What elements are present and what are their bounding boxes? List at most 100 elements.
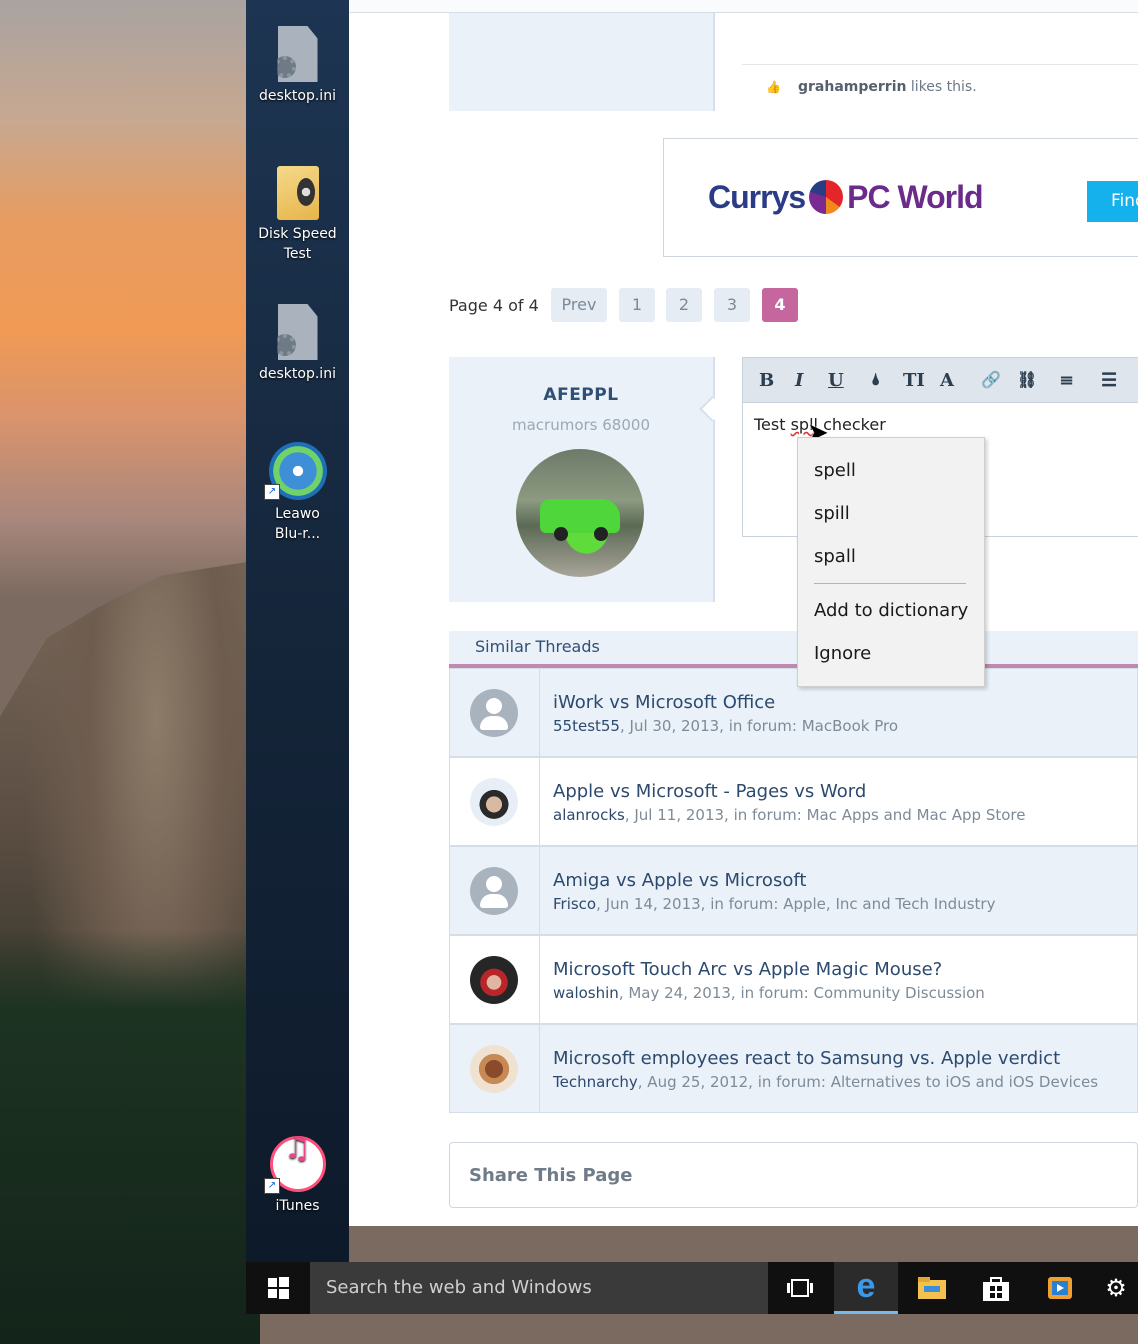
divider bbox=[742, 64, 1138, 65]
suggestion-spill[interactable]: spill bbox=[814, 503, 850, 524]
likes-summary: 👍 grahamperrin likes this. bbox=[766, 79, 977, 95]
thread-author-link[interactable]: alanrocks bbox=[553, 806, 625, 824]
task-view-icon[interactable] bbox=[768, 1262, 832, 1314]
thread-author-link[interactable]: Technarchy bbox=[553, 1073, 638, 1091]
desktop-icon-label: Disk Speed Test bbox=[258, 226, 337, 262]
thread-title-link[interactable]: Microsoft employees react to Samsung vs.… bbox=[553, 1048, 1060, 1069]
folder-icon bbox=[276, 166, 319, 220]
file-explorer-icon[interactable] bbox=[900, 1262, 964, 1314]
thumbs-up-icon: 👍 bbox=[766, 80, 781, 94]
reply-author-panel: AFEPPL macrumors 68000 bbox=[449, 357, 715, 602]
author-rank: macrumors 68000 bbox=[512, 416, 650, 434]
pagination-page-4-current[interactable]: 4 bbox=[762, 288, 798, 322]
thread-meta: 55test55, Jul 30, 2013, in forum: MacBoo… bbox=[553, 717, 899, 735]
link-icon[interactable]: 🔗 bbox=[981, 370, 1001, 389]
unlink-icon[interactable]: ⛓ bbox=[1017, 370, 1037, 389]
brand-ball-icon bbox=[809, 180, 844, 214]
likes-text: likes this. bbox=[906, 79, 977, 95]
suggestion-spell[interactable]: spell bbox=[814, 460, 856, 481]
search-placeholder: Search the web and Windows bbox=[326, 1277, 592, 1298]
bold-button[interactable]: B bbox=[759, 370, 774, 391]
editor-text-before: Test bbox=[754, 415, 791, 434]
ignore-item[interactable]: Ignore bbox=[814, 643, 871, 664]
desktop-icon-desktop-ini-1[interactable]: desktop.ini bbox=[246, 26, 349, 106]
windows-taskbar: Search the web and Windows e ⚙ bbox=[246, 1262, 1138, 1314]
desktop-icon-desktop-ini-2[interactable]: desktop.ini bbox=[246, 304, 349, 384]
file-settings-icon bbox=[277, 26, 318, 82]
text-color-icon[interactable]: 🌢 bbox=[871, 370, 881, 390]
editor-toolbar: B I U 🌢 TI A 🔗 ⛓ ≡ ☰ bbox=[743, 358, 1138, 403]
similar-threads-header: Similar Threads bbox=[449, 631, 1138, 668]
start-button[interactable] bbox=[246, 1262, 310, 1314]
media-player-icon[interactable] bbox=[1028, 1262, 1092, 1314]
file-settings-icon bbox=[277, 304, 318, 360]
pagination-page-2[interactable]: 2 bbox=[666, 288, 702, 322]
desktop-area: desktop.ini Disk Speed Test desktop.ini … bbox=[246, 0, 349, 1262]
previous-post-author-panel bbox=[449, 13, 715, 111]
font-size-icon[interactable]: TI bbox=[903, 370, 925, 391]
desktop-icon-leawo[interactable]: ↗ Leawo Blu-r... bbox=[246, 442, 349, 544]
likes-user-link[interactable]: grahamperrin bbox=[798, 79, 906, 95]
add-to-dictionary-item[interactable]: Add to dictionary bbox=[814, 600, 968, 621]
thread-row[interactable]: Microsoft employees react to Samsung vs.… bbox=[449, 1024, 1138, 1113]
windows-logo-icon bbox=[268, 1277, 289, 1299]
pagination-label: Page 4 of 4 bbox=[449, 296, 539, 315]
ad-find-button[interactable]: Find bbox=[1087, 181, 1138, 222]
spellcheck-context-menu: spell spill spall Add to dictionary Igno… bbox=[797, 437, 985, 687]
user-avatar[interactable] bbox=[470, 956, 518, 1004]
wallpaper-forest bbox=[0, 930, 260, 1344]
pagination-page-3[interactable]: 3 bbox=[714, 288, 750, 322]
desktop-icon-label: Leawo Blu-r... bbox=[274, 506, 321, 542]
thread-meta: alanrocks, Jul 11, 2013, in forum: Mac A… bbox=[553, 806, 1026, 824]
user-avatar[interactable] bbox=[470, 778, 518, 826]
ad-brand-left: Currys bbox=[708, 179, 806, 215]
edge-browser-icon[interactable]: e bbox=[834, 1262, 898, 1314]
desktop-icon-itunes[interactable]: ♫ ↗ iTunes bbox=[246, 1134, 349, 1216]
underline-button[interactable]: U bbox=[828, 370, 844, 391]
pagination-prev[interactable]: Prev bbox=[551, 288, 607, 322]
font-family-icon[interactable]: A bbox=[940, 370, 954, 391]
thread-title-link[interactable]: Apple vs Microsoft - Pages vs Word bbox=[553, 781, 866, 802]
share-this-page-box: Share This Page bbox=[449, 1142, 1138, 1208]
author-name[interactable]: AFEPPL bbox=[449, 385, 713, 405]
thread-meta: Technarchy, Aug 25, 2012, in forum: Alte… bbox=[553, 1073, 1099, 1091]
bullet-list-icon[interactable]: ☰ bbox=[1101, 370, 1117, 391]
desktop-icon-label: desktop.ini bbox=[259, 88, 336, 104]
browser-window: 👍 grahamperrin likes this. Currys PC World… bbox=[349, 0, 1138, 1226]
user-avatar[interactable] bbox=[470, 1045, 518, 1093]
thread-meta: Frisco, Jun 14, 2013, in forum: Apple, I… bbox=[553, 895, 996, 913]
advertisement-banner[interactable]: Currys PC World Find bbox=[663, 138, 1138, 257]
desktop-icon-label: iTunes bbox=[275, 1198, 320, 1214]
store-icon[interactable] bbox=[964, 1262, 1028, 1314]
thread-row[interactable]: iWork vs Microsoft Office 55test55, Jul … bbox=[449, 668, 1138, 757]
thread-title-link[interactable]: iWork vs Microsoft Office bbox=[553, 692, 775, 713]
page-top-edge bbox=[349, 0, 1138, 13]
shortcut-arrow-icon: ↗ bbox=[264, 1178, 280, 1194]
ad-brand-right: PC World bbox=[847, 179, 983, 215]
thread-row[interactable]: Amiga vs Apple vs Microsoft Frisco, Jun … bbox=[449, 846, 1138, 935]
pagination-page-1[interactable]: 1 bbox=[619, 288, 655, 322]
thread-row[interactable]: Apple vs Microsoft - Pages vs Word alanr… bbox=[449, 757, 1138, 846]
similar-threads-title: Similar Threads bbox=[475, 637, 600, 656]
align-left-icon[interactable]: ≡ bbox=[1059, 370, 1074, 391]
desktop-icon-label: desktop.ini bbox=[259, 366, 336, 382]
default-avatar-icon[interactable] bbox=[470, 867, 518, 915]
currys-pc-world-logo: Currys PC World bbox=[708, 179, 984, 216]
author-avatar[interactable] bbox=[516, 449, 644, 577]
desktop-icon-disk-speed-test[interactable]: Disk Speed Test bbox=[246, 166, 349, 264]
default-avatar-icon[interactable] bbox=[470, 689, 518, 737]
thread-title-link[interactable]: Amiga vs Apple vs Microsoft bbox=[553, 870, 806, 891]
thread-meta: waloshin, May 24, 2013, in forum: Commun… bbox=[553, 984, 985, 1002]
taskbar-search-box[interactable]: Search the web and Windows bbox=[310, 1262, 768, 1314]
settings-gear-icon[interactable]: ⚙ bbox=[1094, 1262, 1138, 1314]
italic-button[interactable]: I bbox=[795, 370, 803, 391]
thread-row[interactable]: Microsoft Touch Arc vs Apple Magic Mouse… bbox=[449, 935, 1138, 1024]
shortcut-arrow-icon: ↗ bbox=[264, 484, 280, 500]
menu-separator bbox=[814, 583, 966, 584]
share-title: Share This Page bbox=[469, 1165, 633, 1186]
thread-author-link[interactable]: Frisco bbox=[553, 895, 596, 913]
thread-author-link[interactable]: 55test55 bbox=[553, 717, 620, 735]
thread-title-link[interactable]: Microsoft Touch Arc vs Apple Magic Mouse… bbox=[553, 959, 942, 980]
thread-author-link[interactable]: waloshin bbox=[553, 984, 619, 1002]
suggestion-spall[interactable]: spall bbox=[814, 546, 856, 567]
